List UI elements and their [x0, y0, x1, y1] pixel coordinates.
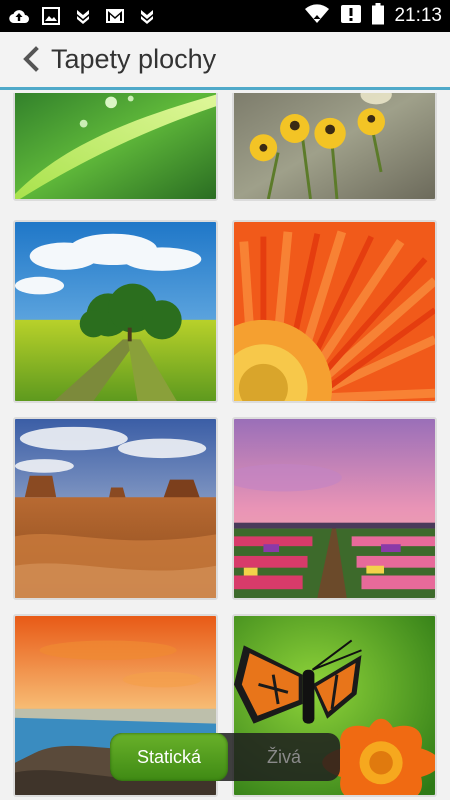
- page-title: Tapety plochy: [51, 44, 217, 74]
- chevron-stack-icon: [72, 6, 94, 26]
- notification-icons: [8, 6, 158, 26]
- wallpaper-tile-green-field-trees[interactable]: [13, 220, 218, 403]
- wifi-icon: [304, 3, 330, 29]
- live-wallpapers-button[interactable]: Živá: [228, 733, 340, 781]
- wallpaper-tile-tulip-field-sunset[interactable]: [232, 417, 437, 600]
- wallpaper-tile-orange-gerbera[interactable]: [232, 220, 437, 403]
- static-wallpapers-button[interactable]: Statická: [110, 733, 228, 781]
- wallpaper-picker-screen: 21:13 Tapety plochy Statická Živá: [0, 0, 450, 800]
- app-header: Tapety plochy: [0, 32, 450, 90]
- cloud-upload-icon: [8, 6, 30, 26]
- system-icons: 21:13: [304, 0, 442, 32]
- chevron-left-icon[interactable]: [16, 44, 46, 74]
- image-icon: [40, 6, 62, 26]
- wallpaper-tile-green-leaf-dew[interactable]: [13, 93, 218, 201]
- wallpaper-tile-monument-valley[interactable]: [13, 417, 218, 600]
- status-bar: 21:13: [0, 0, 450, 32]
- clock-time: 21:13: [394, 5, 442, 26]
- wallpaper-tile-yellow-flowers[interactable]: [232, 93, 437, 201]
- battery-icon: [372, 2, 385, 30]
- wallpaper-mode-toggle: Statická Živá: [110, 733, 340, 781]
- wallpaper-grid: [0, 93, 450, 800]
- alert-icon: [340, 4, 362, 29]
- gmail-icon: [104, 6, 126, 26]
- chevron-stack-icon: [136, 6, 158, 26]
